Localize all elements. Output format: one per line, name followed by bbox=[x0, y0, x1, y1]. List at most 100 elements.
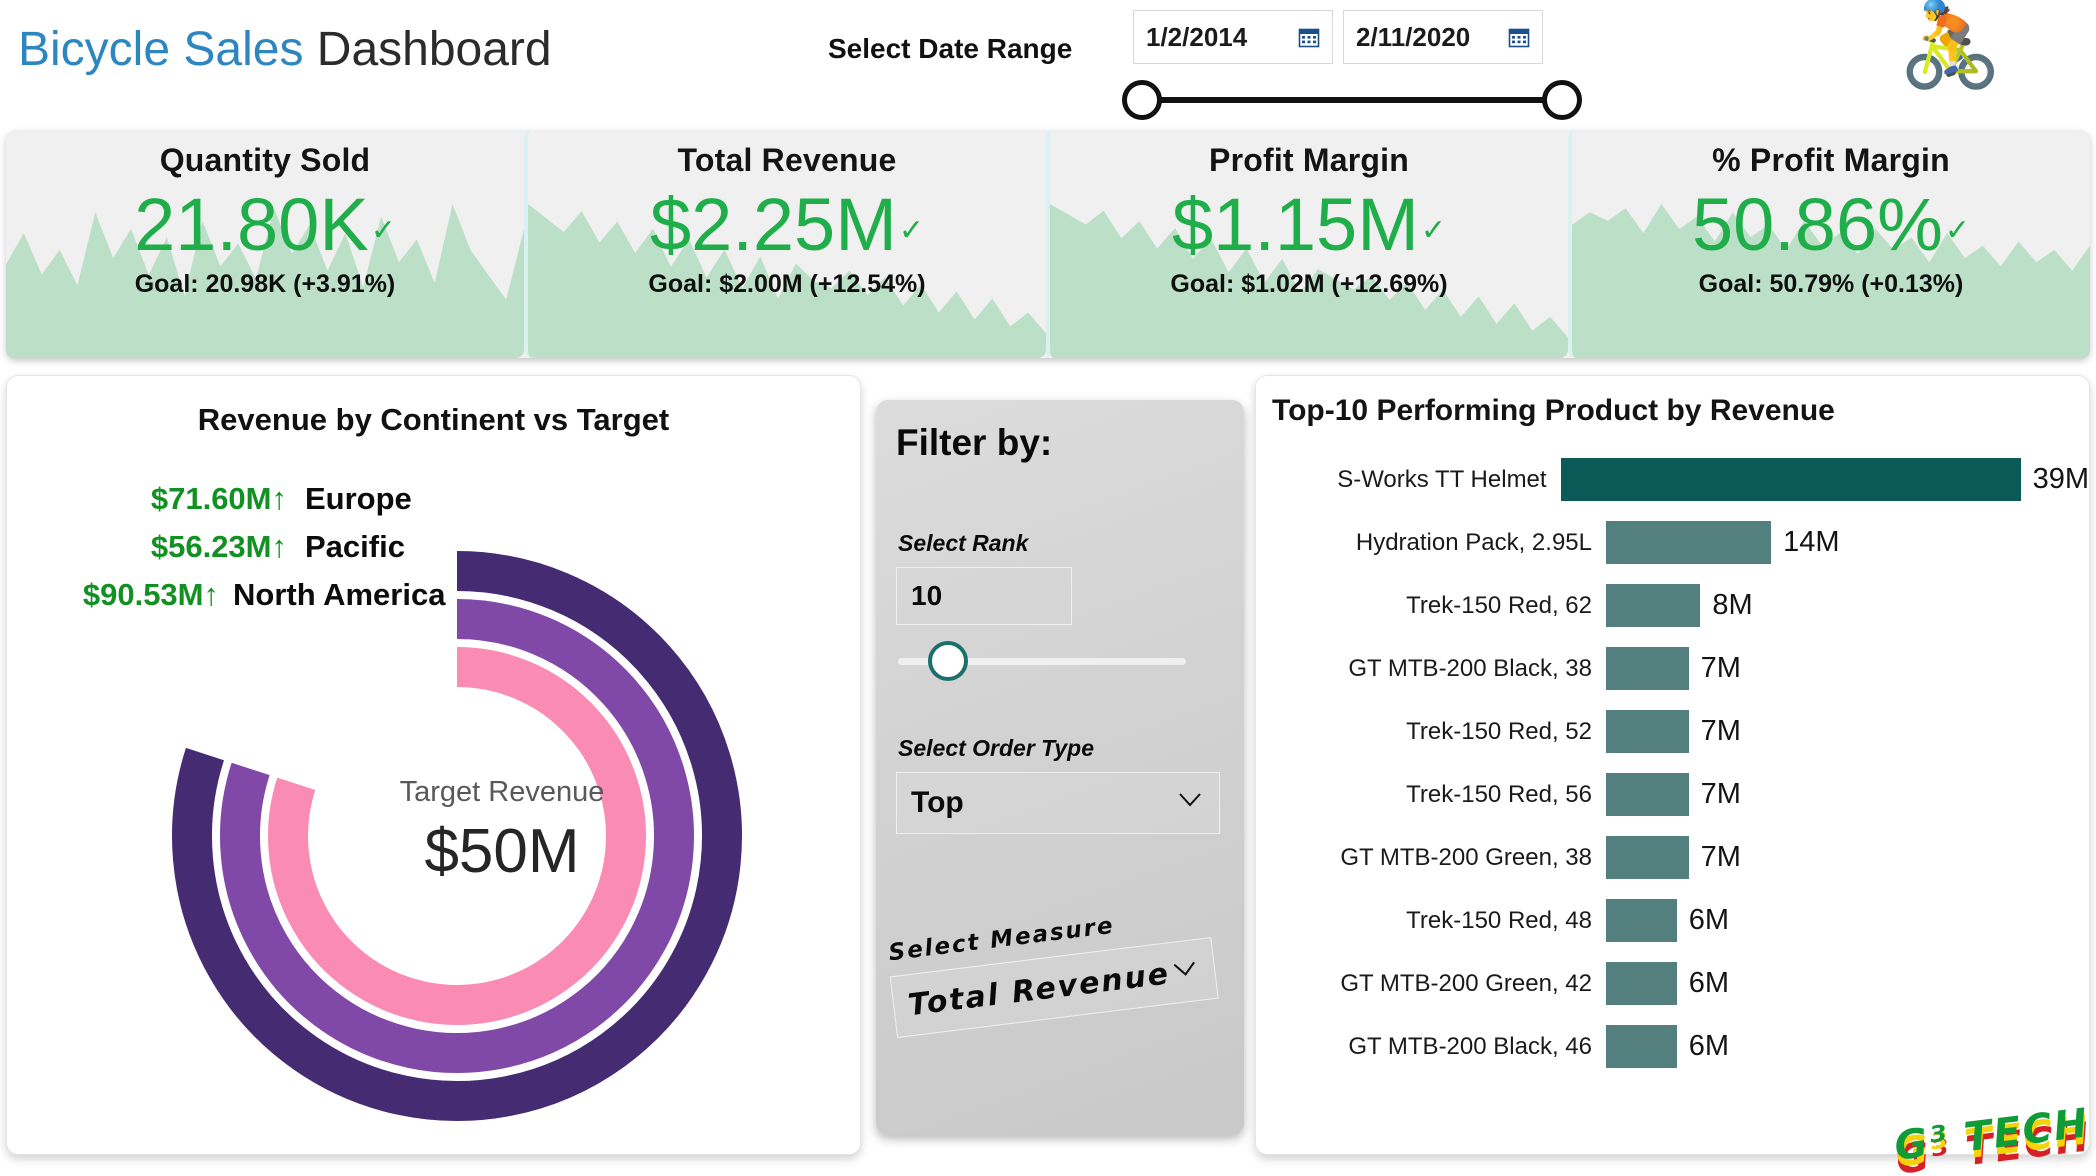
bar-chart-title: Top-10 Performing Product by Revenue bbox=[1272, 394, 1835, 427]
bar-rect[interactable] bbox=[1606, 584, 1701, 627]
bar-row[interactable]: GT MTB-200 Black, 38 7M bbox=[1256, 637, 2089, 700]
rank-slider-handle[interactable] bbox=[928, 641, 968, 681]
kpi-card[interactable]: Profit Margin $1.15M✓ Goal: $1.02M (+12.69… bbox=[1046, 130, 1568, 358]
kpi-card[interactable]: Total Revenue $2.25M✓ Goal: $2.00M (+12.54… bbox=[524, 130, 1046, 358]
bar-value-label: 6M bbox=[1688, 967, 1730, 999]
order-type-dropdown[interactable]: Top bbox=[896, 772, 1220, 834]
date-range-label: Select Date Range bbox=[828, 33, 1073, 64]
bar-wrap: 7M bbox=[1606, 710, 2089, 753]
date-start-input[interactable]: 1/2/2014 bbox=[1133, 10, 1333, 64]
measure-value: Total Revenue bbox=[906, 955, 1172, 1023]
filter-panel: Filter by: Select Rank 10 Select Order T… bbox=[876, 400, 1244, 1135]
rank-input[interactable]: 10 bbox=[896, 567, 1072, 625]
radial-bar-chart: Target Revenue $50M bbox=[97, 536, 817, 1136]
bar-row[interactable]: Trek-150 Red, 62 8M bbox=[1256, 574, 2089, 637]
calendar-icon[interactable] bbox=[1298, 26, 1320, 48]
kpi-goal: Goal: 20.98K (+3.91%) bbox=[134, 269, 396, 298]
radial-chart-title: Revenue by Continent vs Target bbox=[197, 402, 670, 437]
kpi-value: $1.15M✓ bbox=[1050, 186, 1568, 264]
bar-row[interactable]: Trek-150 Red, 52 7M bbox=[1256, 700, 2089, 763]
radial-center-value: $50M bbox=[424, 817, 580, 886]
kpi-value: $2.25M✓ bbox=[528, 186, 1046, 264]
page-title-brand: Bicycle Sales bbox=[18, 23, 304, 76]
bar-row[interactable]: Trek-150 Red, 48 6M bbox=[1256, 889, 2089, 952]
bar-wrap: 6M bbox=[1606, 962, 2089, 1005]
bar-category-label: Trek-150 Red, 48 bbox=[1406, 906, 1592, 934]
bar-row[interactable]: GT MTB-200 Green, 42 6M bbox=[1256, 952, 2089, 1015]
check-icon: ✓ bbox=[1944, 214, 1971, 247]
slider-start-handle[interactable] bbox=[1122, 80, 1162, 120]
revenue-by-continent-card: Revenue by Continent vs Target $71.60M↑ E… bbox=[6, 375, 861, 1155]
bar-rect[interactable] bbox=[1606, 962, 1677, 1005]
chevron-down-icon[interactable] bbox=[1170, 954, 1199, 983]
chevron-down-icon[interactable] bbox=[1177, 787, 1203, 813]
slider-track bbox=[1144, 97, 1560, 103]
date-range-slider[interactable] bbox=[1122, 80, 1582, 120]
bar-category-label: Trek-150 Red, 62 bbox=[1406, 591, 1592, 619]
bar-wrap: 7M bbox=[1606, 836, 2089, 879]
cyclist-icon: 🚴 bbox=[1898, 0, 2003, 91]
kpi-value: 50.86%✓ bbox=[1572, 186, 2090, 264]
bar-wrap: 8M bbox=[1606, 584, 2089, 627]
filter-panel-title: Filter by: bbox=[896, 422, 1053, 463]
bar-category-label: GT MTB-200 Green, 42 bbox=[1340, 969, 1592, 997]
kpi-value-number: $1.15M bbox=[1172, 183, 1419, 266]
date-start-value: 1/2/2014 bbox=[1146, 21, 1248, 52]
bar-value-label: 14M bbox=[1783, 526, 1840, 558]
bar-value-label: 39M bbox=[2032, 463, 2089, 495]
bar-rect[interactable] bbox=[1606, 710, 1689, 753]
bar-row[interactable]: Trek-150 Red, 56 7M bbox=[1256, 763, 2089, 826]
bar-value-label: 7M bbox=[1700, 841, 1741, 873]
bar-category-label: GT MTB-200 Green, 38 bbox=[1340, 843, 1592, 871]
bar-category-label: Trek-150 Red, 52 bbox=[1406, 717, 1592, 745]
bar-row[interactable]: GT MTB-200 Green, 38 7M bbox=[1256, 826, 2089, 889]
bar-row[interactable]: S-Works TT Helmet 39M bbox=[1256, 448, 2089, 511]
order-type-value: Top bbox=[911, 786, 964, 819]
bar-row[interactable]: GT MTB-200 Black, 46 6M bbox=[1256, 1015, 2089, 1078]
bar-wrap: 7M bbox=[1606, 773, 2089, 816]
bar-value-label: 8M bbox=[1712, 589, 1753, 621]
bar-value-label: 7M bbox=[1700, 778, 1741, 810]
bar-category-label: Hydration Pack, 2.95L bbox=[1355, 528, 1592, 556]
kpi-title: Total Revenue bbox=[677, 142, 897, 178]
bar-rect[interactable] bbox=[1606, 521, 1772, 564]
date-end-input[interactable]: 2/11/2020 bbox=[1343, 10, 1543, 64]
date-end-value: 2/11/2020 bbox=[1356, 21, 1471, 52]
page-title-suffix: Dashboard bbox=[303, 23, 552, 76]
kpi-title: Profit Margin bbox=[1209, 142, 1409, 178]
bar-value-label: 6M bbox=[1688, 1030, 1730, 1062]
kpi-value: 21.80K✓ bbox=[6, 186, 524, 264]
kpi-card[interactable]: Quantity Sold 21.80K✓ Goal: 20.98K (+3.91%… bbox=[6, 130, 524, 358]
top-products-card: Top-10 Performing Product by Revenue S-W… bbox=[1255, 375, 2090, 1155]
bar-row[interactable]: Hydration Pack, 2.95L 14M bbox=[1256, 511, 2089, 574]
kpi-goal: Goal: $2.00M (+12.54%) bbox=[648, 269, 926, 298]
page-title: Bicycle Sales Dashboard bbox=[18, 22, 552, 77]
kpi-title: % Profit Margin bbox=[1712, 142, 1950, 178]
kpi-title: Quantity Sold bbox=[159, 142, 371, 178]
slider-end-handle[interactable] bbox=[1542, 80, 1582, 120]
rank-slider[interactable] bbox=[898, 641, 1186, 681]
bar-wrap: 6M bbox=[1606, 1025, 2089, 1068]
bar-rect[interactable] bbox=[1606, 836, 1689, 879]
bar-rect[interactable] bbox=[1560, 458, 2021, 501]
bar-rect[interactable] bbox=[1606, 1025, 1677, 1068]
kpi-goal: Goal: $1.02M (+12.69%) bbox=[1170, 269, 1448, 298]
legend-value: $71.60M↑ bbox=[150, 481, 287, 516]
calendar-icon[interactable] bbox=[1508, 26, 1530, 48]
bar-category-label: S-Works TT Helmet bbox=[1337, 465, 1547, 493]
select-rank-label: Select Rank bbox=[898, 530, 1029, 556]
bar-rect[interactable] bbox=[1606, 899, 1677, 942]
bar-rect[interactable] bbox=[1606, 647, 1689, 690]
bar-category-label: Trek-150 Red, 56 bbox=[1406, 780, 1592, 808]
bar-value-label: 6M bbox=[1688, 904, 1730, 936]
bar-value-label: 7M bbox=[1700, 715, 1741, 747]
kpi-value-number: 21.80K bbox=[134, 183, 369, 266]
kpi-strip: Quantity Sold 21.80K✓ Goal: 20.98K (+3.91%… bbox=[6, 130, 2090, 358]
bar-category-label: GT MTB-200 Black, 46 bbox=[1348, 1032, 1592, 1060]
bar-rect[interactable] bbox=[1606, 773, 1689, 816]
bar-category-label: GT MTB-200 Black, 38 bbox=[1348, 654, 1592, 682]
select-order-type-label: Select Order Type bbox=[898, 735, 1095, 761]
kpi-value-number: $2.25M bbox=[650, 183, 897, 266]
radial-center-label: Target Revenue bbox=[399, 776, 605, 808]
kpi-card[interactable]: % Profit Margin 50.86%✓ Goal: 50.79% (+0.1… bbox=[1568, 130, 2090, 358]
